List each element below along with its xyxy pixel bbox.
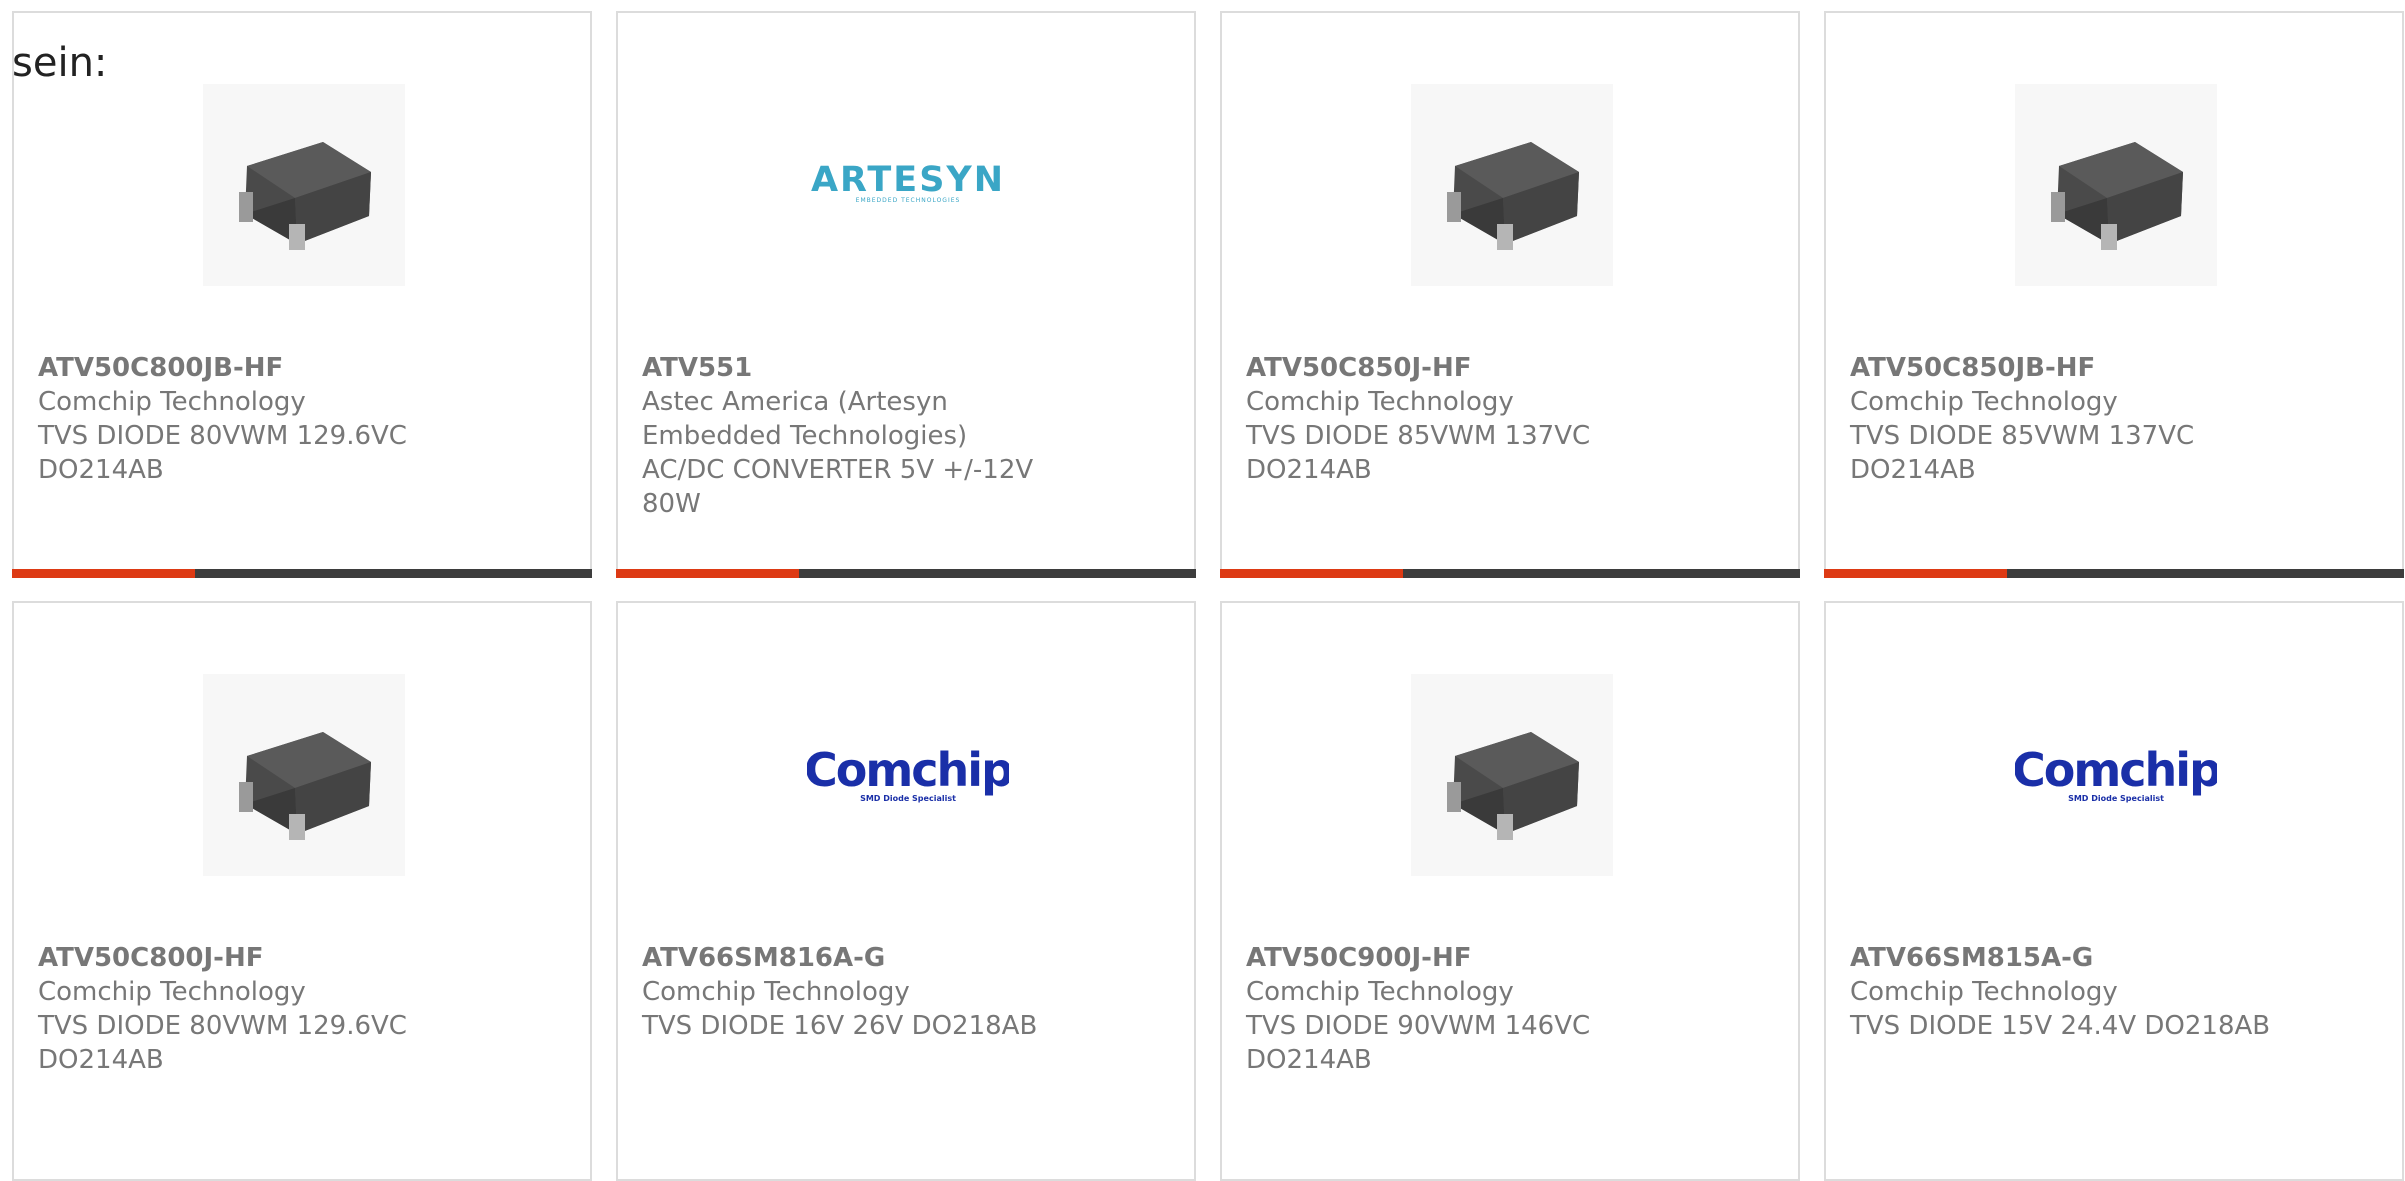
description-line: 80W <box>642 489 701 519</box>
comchip-logo-sub: SMD Diode Specialist <box>2068 794 2164 803</box>
description-line: TVS DIODE 80VWM 129.6VC <box>38 1011 407 1041</box>
manufacturer: Astec America (Artesyn <box>642 387 948 417</box>
comchip-logo-text: Comchip <box>807 743 1009 797</box>
diode-package-icon <box>203 674 405 876</box>
part-number-link[interactable]: ATV66SM816A-G <box>642 941 1112 975</box>
product-card[interactable]: ATV50C800J-HF Comchip Technology TVS DIO… <box>12 601 592 1181</box>
product-image[interactable]: Comchip SMD Diode Specialist <box>807 674 1009 876</box>
description-line: DO214AB <box>1850 455 1976 485</box>
product-text: ATV50C850JB-HF Comchip Technology TVS DI… <box>1850 351 2320 487</box>
description-line: DO214AB <box>1246 455 1372 485</box>
description-line: DO214AB <box>38 1045 164 1075</box>
accent-bar <box>1824 569 2007 578</box>
diode-package-icon <box>1411 84 1613 286</box>
product-card[interactable]: ATV50C850J-HF Comchip Technology TVS DIO… <box>1220 11 1800 578</box>
part-number-link[interactable]: ATV551 <box>642 351 1112 385</box>
card-bottom-bar <box>616 569 1196 578</box>
card-bottom-bar <box>1220 569 1800 578</box>
part-number-link[interactable]: ATV50C900J-HF <box>1246 941 1716 975</box>
product-image[interactable] <box>1411 674 1613 876</box>
description-line: DO214AB <box>38 455 164 485</box>
description-line: TVS DIODE 80VWM 129.6VC <box>38 421 407 451</box>
product-card[interactable]: ATV50C900J-HF Comchip Technology TVS DIO… <box>1220 601 1800 1181</box>
product-text: ATV50C850J-HF Comchip Technology TVS DIO… <box>1246 351 1716 487</box>
manufacturer: Comchip Technology <box>1246 387 1514 417</box>
diode-package-icon <box>1411 674 1613 876</box>
product-text: ATV50C900J-HF Comchip Technology TVS DIO… <box>1246 941 1716 1077</box>
manufacturer: Comchip Technology <box>642 977 910 1007</box>
product-card[interactable]: ARTESYN EMBEDDED TECHNOLOGIES ATV551 Ast… <box>616 11 1196 578</box>
manufacturer: Comchip Technology <box>1246 977 1514 1007</box>
comchip-logo: Comchip SMD Diode Specialist <box>807 743 1009 803</box>
part-number-link[interactable]: ATV50C850JB-HF <box>1850 351 2320 385</box>
description-line: AC/DC CONVERTER 5V +/-12V <box>642 455 1034 485</box>
intro-text: sein: <box>12 40 108 86</box>
part-number-link[interactable]: ATV50C850J-HF <box>1246 351 1716 385</box>
accent-bar <box>616 569 799 578</box>
product-image[interactable] <box>203 84 405 286</box>
diode-package-icon <box>203 84 405 286</box>
comchip-logo-text: Comchip <box>2015 743 2217 797</box>
description-line: TVS DIODE 85VWM 137VC <box>1850 421 2195 451</box>
product-card[interactable]: Comchip SMD Diode Specialist ATV66SM816A… <box>616 601 1196 1181</box>
manufacturer: Comchip Technology <box>38 977 306 1007</box>
accent-bar <box>1220 569 1403 578</box>
product-image[interactable] <box>1411 84 1613 286</box>
product-card[interactable]: ATV50C850JB-HF Comchip Technology TVS DI… <box>1824 11 2404 578</box>
product-image[interactable] <box>2015 84 2217 286</box>
product-card[interactable]: Comchip SMD Diode Specialist ATV66SM815A… <box>1824 601 2404 1181</box>
manufacturer: Comchip Technology <box>1850 387 2118 417</box>
part-number-link[interactable]: ATV50C800J-HF <box>38 941 508 975</box>
part-number-link[interactable]: ATV66SM815A-G <box>1850 941 2320 975</box>
description-line: DO214AB <box>1246 1045 1372 1075</box>
manufacturer: Comchip Technology <box>38 387 306 417</box>
product-image[interactable] <box>203 674 405 876</box>
description-line: TVS DIODE 90VWM 146VC <box>1246 1011 1591 1041</box>
description-line: TVS DIODE 16V 26V DO218AB <box>642 1011 1038 1041</box>
product-text: ATV50C800J-HF Comchip Technology TVS DIO… <box>38 941 508 1077</box>
card-bottom-bar <box>12 569 592 578</box>
product-image[interactable]: Comchip SMD Diode Specialist <box>2015 674 2217 876</box>
manufacturer: Comchip Technology <box>1850 977 2118 1007</box>
description-line: Embedded Technologies) <box>642 421 968 451</box>
product-text: ATV50C800JB-HF Comchip Technology TVS DI… <box>38 351 508 487</box>
diode-package-icon <box>2015 84 2217 286</box>
comchip-logo-sub: SMD Diode Specialist <box>860 794 956 803</box>
comchip-logo: Comchip SMD Diode Specialist <box>2015 743 2217 803</box>
product-text: ATV551 Astec America (Artesyn Embedded T… <box>642 351 1112 521</box>
artesyn-logo: ARTESYN EMBEDDED TECHNOLOGIES <box>811 160 1005 204</box>
part-number-link[interactable]: ATV50C800JB-HF <box>38 351 508 385</box>
description-line: TVS DIODE 85VWM 137VC <box>1246 421 1591 451</box>
product-text: ATV66SM815A-G Comchip Technology TVS DIO… <box>1850 941 2320 1043</box>
product-text: ATV66SM816A-G Comchip Technology TVS DIO… <box>642 941 1112 1043</box>
product-image[interactable]: ARTESYN EMBEDDED TECHNOLOGIES <box>807 84 1009 286</box>
product-card[interactable]: ATV50C800JB-HF Comchip Technology TVS DI… <box>12 11 592 578</box>
description-line: TVS DIODE 15V 24.4V DO218AB <box>1850 1011 2271 1041</box>
product-grid: ATV50C800JB-HF Comchip Technology TVS DI… <box>12 11 2404 1181</box>
card-bottom-bar <box>1824 569 2404 578</box>
artesyn-logo-sub: EMBEDDED TECHNOLOGIES <box>856 197 961 204</box>
accent-bar <box>12 569 195 578</box>
